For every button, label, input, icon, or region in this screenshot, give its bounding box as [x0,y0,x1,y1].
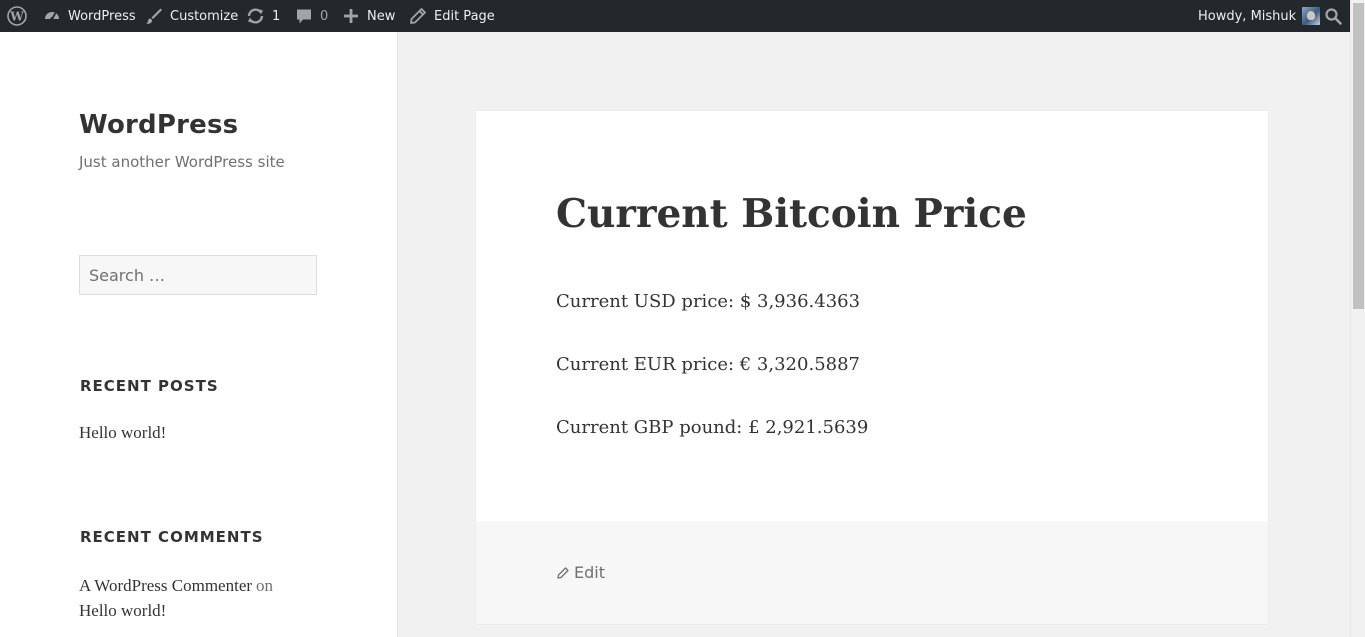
new-label: New [367,8,396,24]
avatar [1302,7,1321,25]
gbp-price: Current GBP pound: £ 2,921.5639 [556,417,869,438]
site-description: Just another WordPress site [79,153,285,171]
usd-price: Current USD price: $ 3,936.4363 [556,291,861,312]
entry-footer: Edit [476,521,1268,624]
wordpress-logo-button[interactable]: W [7,0,27,32]
page-title: Current Bitcoin Price [556,191,1027,237]
customize-label: Customize [170,8,239,24]
page-article: Current Bitcoin Price Current USD price:… [475,110,1269,625]
recent-post-link[interactable]: Hello world! [79,423,166,442]
comment-connector: on [256,576,274,595]
updates-button[interactable]: 1 [246,0,280,32]
comments-button[interactable]: 0 [296,0,328,32]
comments-count: 0 [320,8,329,24]
edit-label: Edit [574,563,605,582]
recent-comment-item: A WordPress Commenter on Hello world! [79,574,329,624]
paintbrush-icon [146,8,162,24]
admin-bar: W WordPress Customize 1 0 New Edit Page … [0,0,1365,32]
my-account-menu[interactable]: Howdy, Mishuk [1198,0,1321,32]
new-content-button[interactable]: New [344,0,395,32]
customize-button[interactable]: Customize [145,0,238,32]
edit-page-label: Edit Page [434,8,495,24]
recent-comments-title: RECENT COMMENTS [80,528,264,546]
updates-icon [247,8,264,24]
edit-page-button[interactable]: Edit Page [410,0,495,32]
search-icon [1325,7,1342,25]
site-title[interactable]: WordPress [79,110,238,140]
eur-price: Current EUR price: € 3,320.5887 [556,354,860,375]
site-name-label: WordPress [68,8,136,24]
admin-search-button[interactable] [1325,0,1342,32]
comment-post-link[interactable]: Hello world! [79,601,166,620]
site-name-menu[interactable]: WordPress [43,0,136,32]
sidebar: WordPress Just another WordPress site RE… [0,32,398,637]
scrollbar-thumb[interactable] [1353,3,1364,309]
updates-count: 1 [272,8,281,24]
plus-icon [344,9,358,23]
pencil-icon [557,566,569,579]
svg-text:W: W [9,10,24,24]
recent-posts-title: RECENT POSTS [80,377,219,395]
search-input[interactable] [79,255,317,295]
page-scrollbar[interactable] [1350,0,1365,637]
pencil-icon [410,8,426,24]
edit-link[interactable]: Edit [557,563,605,582]
recent-posts-list: Hello world! [79,423,166,443]
howdy-label: Howdy, Mishuk [1198,8,1297,24]
dashboard-icon [45,12,59,21]
comment-bubble-icon [297,9,311,23]
comment-author-link[interactable]: A WordPress Commenter [79,576,252,595]
wordpress-logo-icon: W [7,6,27,26]
